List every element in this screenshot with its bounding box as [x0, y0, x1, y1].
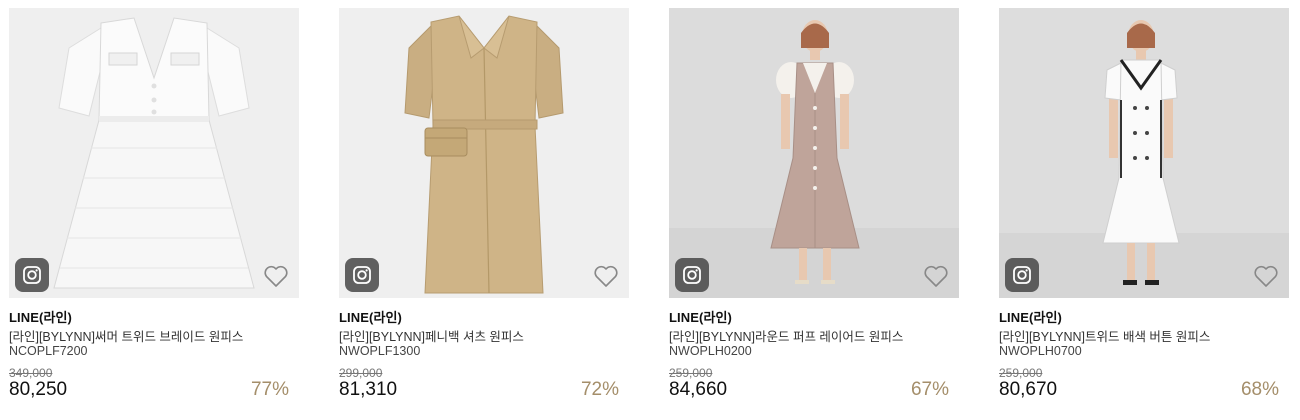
- product-image[interactable]: [9, 8, 299, 298]
- product-card[interactable]: LINE(라인) [라인][BYLYNN]라운드 퍼프 레이어드 원피스 NWO…: [669, 8, 959, 408]
- product-image[interactable]: [669, 8, 959, 298]
- discount-rate: 72%: [580, 379, 619, 400]
- product-code: NWOPLH0700: [999, 344, 1082, 358]
- product-image[interactable]: [339, 8, 629, 298]
- instagram-icon[interactable]: [1005, 258, 1039, 292]
- original-price: 299,000: [339, 366, 383, 380]
- product-card[interactable]: LINE(라인) [라인][BYLYNN]트위드 배색 버튼 원피스 NWOPL…: [999, 8, 1289, 408]
- product-image[interactable]: [999, 8, 1289, 298]
- sale-price: 84,660: [669, 379, 728, 400]
- white-tweed-dress-photo: [9, 8, 299, 298]
- sale-price: 80,670: [999, 379, 1058, 400]
- heart-outline-icon[interactable]: [923, 264, 949, 288]
- instagram-icon[interactable]: [675, 258, 709, 292]
- brand-name[interactable]: LINE(라인): [339, 307, 402, 326]
- brand-name[interactable]: LINE(라인): [9, 307, 72, 326]
- brand-name[interactable]: LINE(라인): [999, 307, 1062, 326]
- product-name[interactable]: [라인][BYLYNN]써머 트위드 브레이드 원피스: [9, 326, 243, 345]
- product-name[interactable]: [라인][BYLYNN]트위드 배색 버튼 원피스: [999, 326, 1210, 345]
- brand-name[interactable]: LINE(라인): [669, 307, 732, 326]
- original-price: 349,000: [9, 366, 53, 380]
- instagram-icon[interactable]: [345, 258, 379, 292]
- beige-shirt-dress-photo: [339, 8, 629, 298]
- instagram-icon[interactable]: [15, 258, 49, 292]
- product-code: NCOPLF7200: [9, 344, 88, 358]
- heart-outline-icon[interactable]: [1253, 264, 1279, 288]
- product-name[interactable]: [라인][BYLYNN]페니백 셔츠 원피스: [339, 326, 524, 345]
- product-card[interactable]: LINE(라인) [라인][BYLYNN]써머 트위드 브레이드 원피스 NCO…: [9, 8, 299, 408]
- discount-rate: 68%: [1240, 379, 1279, 400]
- product-card[interactable]: LINE(라인) [라인][BYLYNN]페니백 셔츠 원피스 NWOPLF13…: [339, 8, 629, 408]
- sale-price: 81,310: [339, 379, 398, 400]
- original-price: 259,000: [669, 366, 713, 380]
- white-tweed-button-dress-photo: [999, 8, 1289, 298]
- discount-rate: 67%: [910, 379, 949, 400]
- heart-outline-icon[interactable]: [593, 264, 619, 288]
- product-name[interactable]: [라인][BYLYNN]라운드 퍼프 레이어드 원피스: [669, 326, 903, 345]
- heart-outline-icon[interactable]: [263, 264, 289, 288]
- product-code: NWOPLH0200: [669, 344, 752, 358]
- product-grid: LINE(라인) [라인][BYLYNN]써머 트위드 브레이드 원피스 NCO…: [0, 0, 1300, 420]
- product-code: NWOPLF1300: [339, 344, 421, 358]
- pink-layered-dress-photo: [669, 8, 959, 298]
- sale-price: 80,250: [9, 379, 68, 400]
- original-price: 259,000: [999, 366, 1043, 380]
- discount-rate: 77%: [250, 379, 289, 400]
